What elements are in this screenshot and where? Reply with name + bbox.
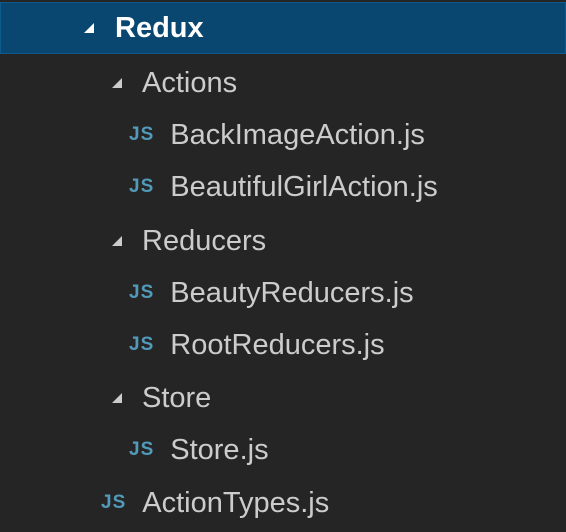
file-label: BeautyReducers.js bbox=[170, 276, 414, 309]
chevron-expanded-icon[interactable] bbox=[109, 75, 125, 91]
file-label: Store.js bbox=[170, 433, 269, 466]
folder-label: Store bbox=[142, 381, 212, 414]
js-file-icon: JS bbox=[129, 176, 155, 197]
file-root-reducers[interactable]: JS RootReducers.js bbox=[0, 319, 566, 371]
folder-actions[interactable]: Actions bbox=[0, 57, 566, 109]
chevron-expanded-icon[interactable] bbox=[109, 390, 125, 406]
file-label: ActionTypes.js bbox=[142, 486, 330, 519]
file-label: RootReducers.js bbox=[170, 328, 385, 361]
folder-reducers[interactable]: Reducers bbox=[0, 215, 566, 267]
js-file-icon: JS bbox=[129, 124, 155, 145]
js-file-icon: JS bbox=[129, 282, 155, 303]
folder-store[interactable]: Store bbox=[0, 372, 566, 424]
folder-label: Reducers bbox=[142, 224, 267, 257]
file-label: BeautifulGirlAction.js bbox=[170, 170, 438, 203]
file-beauty-reducers[interactable]: JS BeautyReducers.js bbox=[0, 267, 566, 319]
folder-redux[interactable]: Redux bbox=[0, 2, 566, 54]
file-store-js[interactable]: JS Store.js bbox=[0, 424, 566, 476]
folder-label: Redux bbox=[115, 11, 204, 44]
chevron-expanded-icon[interactable] bbox=[109, 233, 125, 249]
file-label: BackImageAction.js bbox=[170, 118, 425, 151]
file-explorer-tree: Redux Actions JS BackImageAction.js JS B… bbox=[0, 0, 566, 532]
js-file-icon: JS bbox=[101, 492, 127, 513]
file-beautiful-girl-action[interactable]: JS BeautifulGirlAction.js bbox=[0, 161, 566, 213]
js-file-icon: JS bbox=[129, 439, 155, 460]
file-back-image-action[interactable]: JS BackImageAction.js bbox=[0, 109, 566, 161]
chevron-expanded-icon[interactable] bbox=[81, 20, 97, 36]
file-action-types[interactable]: JS ActionTypes.js bbox=[0, 477, 566, 529]
js-file-icon: JS bbox=[129, 334, 155, 355]
folder-label: Actions bbox=[142, 66, 238, 99]
